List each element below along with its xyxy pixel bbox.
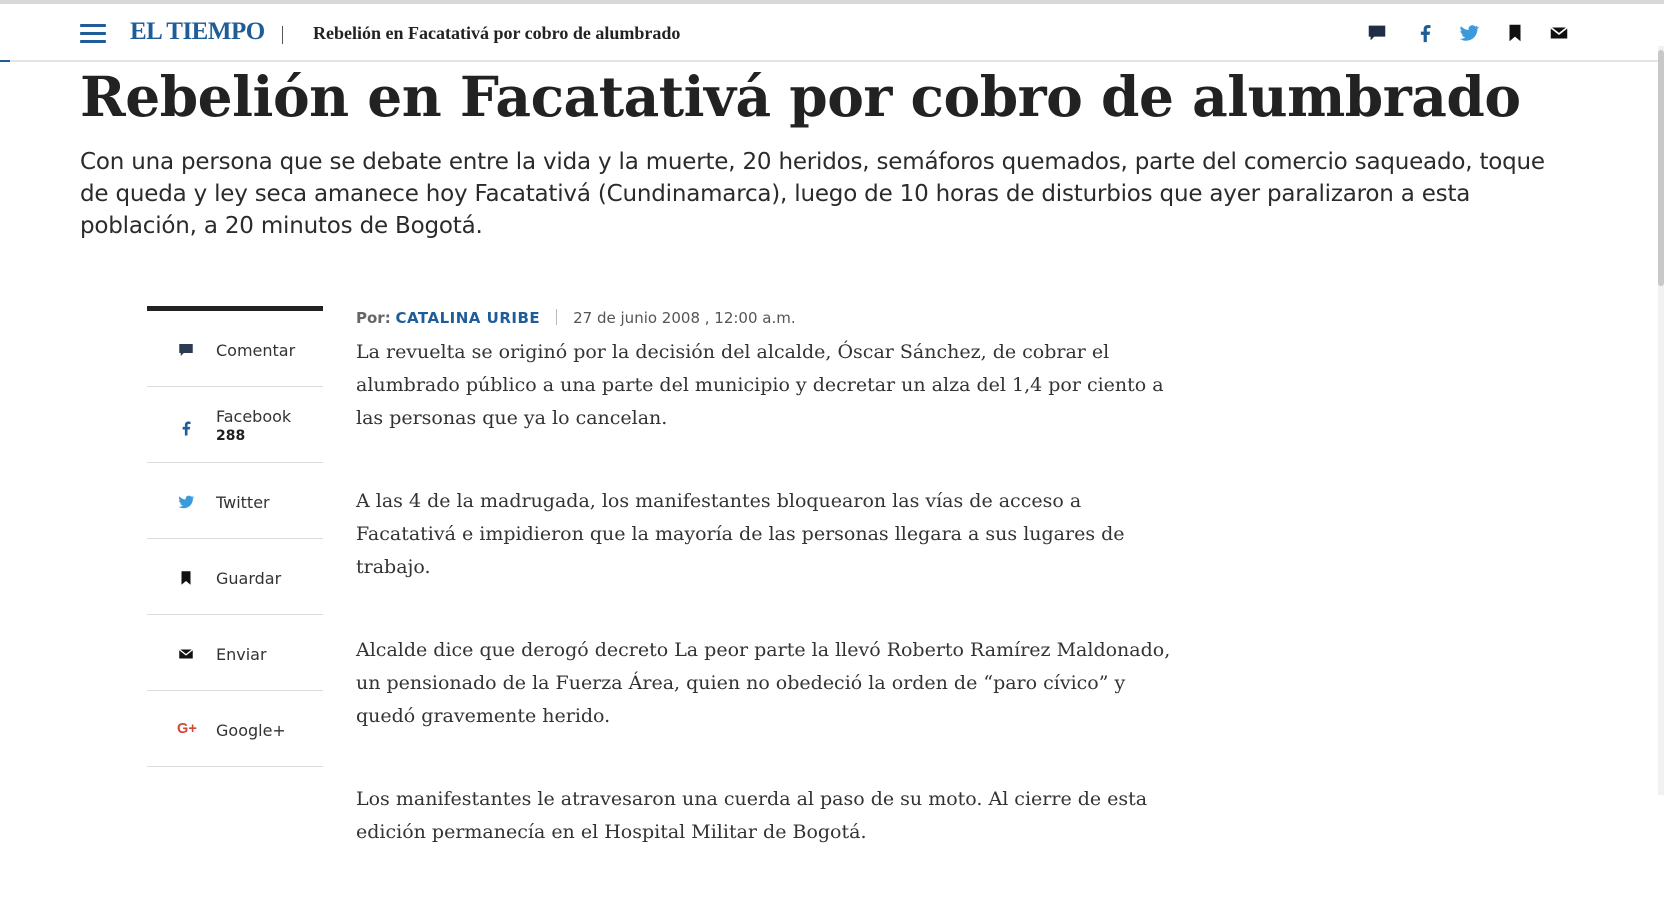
share-label: Guardar xyxy=(216,569,282,588)
svg-text:G+: G+ xyxy=(177,721,197,737)
article-paragraph: A las 4 de la madrugada, los manifestant… xyxy=(356,490,1125,578)
share-google-plus-button[interactable]: G+ Google+ xyxy=(147,691,323,767)
share-count: 288 xyxy=(216,428,246,444)
site-logo[interactable]: EL TIEMPO xyxy=(130,18,265,46)
share-label: Enviar xyxy=(216,645,267,664)
mail-icon[interactable] xyxy=(1548,22,1572,46)
article-paragraph: Alcalde dice que derogó decreto La peor … xyxy=(356,639,1171,727)
share-comment-button[interactable]: Comentar xyxy=(147,311,323,387)
share-label: Facebook xyxy=(216,407,292,426)
share-label: Google+ xyxy=(216,721,286,740)
header-article-title: Rebelión en Facatativá por cobro de alum… xyxy=(313,23,681,43)
facebook-icon xyxy=(177,417,195,436)
share-sidebar: Comentar Facebook 288 Twitter Guardar En… xyxy=(147,306,323,767)
article-byline: Por: CATALINA URIBE 27 de junio 2008 , 12… xyxy=(356,309,796,327)
article-headline: Rebelión en Facatativá por cobro de alum… xyxy=(80,64,1521,129)
twitter-icon[interactable] xyxy=(1458,22,1482,46)
bookmark-icon xyxy=(177,569,195,587)
menu-icon[interactable] xyxy=(80,24,106,44)
page-scrollbar[interactable] xyxy=(1658,46,1664,795)
twitter-icon xyxy=(177,493,195,511)
bookmark-icon[interactable] xyxy=(1504,22,1528,46)
comment-icon xyxy=(177,341,195,359)
share-email-button[interactable]: Enviar xyxy=(147,615,323,691)
share-label: Comentar xyxy=(216,341,296,360)
article-body: La revuelta se originó por la decisión d… xyxy=(356,336,1176,899)
comment-icon[interactable] xyxy=(1366,22,1390,46)
share-facebook-button[interactable]: Facebook 288 xyxy=(147,387,323,463)
sticky-header: EL TIEMPO Rebelión en Facatativá por cob… xyxy=(0,4,1660,62)
share-label: Twitter xyxy=(216,493,270,512)
facebook-icon[interactable] xyxy=(1414,22,1438,46)
google-plus-icon: G+ xyxy=(177,719,201,737)
page-edge-marker xyxy=(0,60,10,62)
byline-divider xyxy=(556,309,558,325)
author-link[interactable]: CATALINA URIBE xyxy=(395,309,540,327)
article-lead: Con una persona que se debate entre la v… xyxy=(80,149,1545,239)
header-divider xyxy=(282,26,283,44)
publish-date: 27 de junio 2008 , 12:00 a.m. xyxy=(573,309,796,327)
share-save-button[interactable]: Guardar xyxy=(147,539,323,615)
share-twitter-button[interactable]: Twitter xyxy=(147,463,323,539)
scrollbar-thumb[interactable] xyxy=(1658,50,1664,286)
article-paragraph: La revuelta se originó por la decisión d… xyxy=(356,341,1164,429)
mail-icon xyxy=(177,645,195,663)
byline-prefix: Por: xyxy=(356,309,391,327)
article-paragraph: Los manifestantes le atravesaron una cue… xyxy=(356,788,1148,843)
